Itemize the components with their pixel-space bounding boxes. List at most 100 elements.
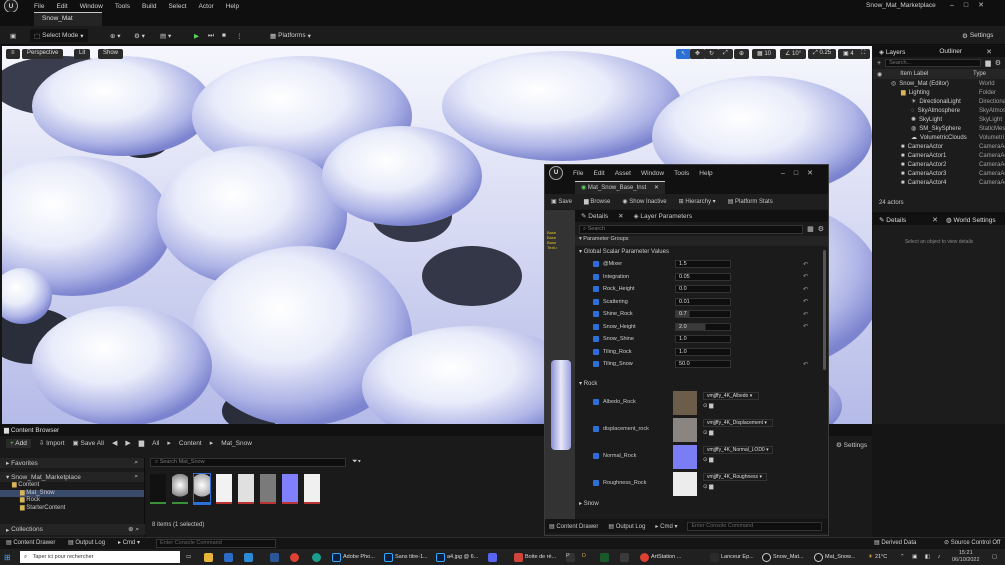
parameter-groups-header[interactable]: ▾ Parameter Groups [575,236,828,246]
enable-checkbox[interactable] [593,261,599,267]
search-icon[interactable]: ⌕ [134,473,138,481]
import-button[interactable]: ⇩ Import [39,439,65,447]
close-icon[interactable]: ✕ [932,216,938,224]
asset-thumbnail[interactable] [238,474,254,504]
asset-thumbnail[interactable] [172,474,188,504]
browse-asset-icon[interactable]: ⊙ ▆ [703,457,713,463]
pureref-icon[interactable]: P [566,552,575,562]
reset-arrow-icon[interactable]: ↶ [803,361,808,368]
scalar-value-field[interactable]: 0.01 [675,297,731,306]
texture-asset-dropdown[interactable]: vmjjffy_4K_Displacement ▾ [703,419,773,427]
taskbar-app[interactable]: Sans titre-1... [384,552,428,562]
reset-arrow-icon[interactable]: ↶ [803,323,808,330]
content-drawer-button[interactable]: ▤ Content Drawer [6,539,55,546]
lit-button[interactable]: Lit [74,49,91,59]
close-icon[interactable]: ✕ [807,170,822,177]
column-type[interactable]: Type [973,71,986,77]
close-icon[interactable]: ✕ [618,212,623,220]
discord-icon[interactable] [488,552,497,562]
step-icon[interactable]: ⏭ [204,29,218,42]
scalar-value-field[interactable]: 1.0 [675,335,731,343]
scrollbar[interactable] [823,250,826,370]
asset-thumbnail[interactable] [150,474,166,504]
scalar-value-field[interactable]: 0.0 [675,285,731,293]
grid-view-icon[interactable]: ▦ [807,225,814,233]
mat-menu-edit[interactable]: Edit [593,170,604,177]
system-tray-icons[interactable]: ⌃ ▣ ◧ ♪ [900,552,943,562]
select-mode-dropdown[interactable]: ⬚ Select Mode ▾ [30,29,88,42]
perspective-button[interactable]: Perspective [22,49,64,59]
menu-window[interactable]: Window [74,3,109,10]
eye-icon[interactable]: ◉ [877,71,882,78]
snow-group-header[interactable]: ▸ Snow [575,498,828,510]
outliner-row[interactable]: ■ CameraActor1 CameraAc [879,151,1005,160]
outliner-row[interactable]: ◍ SM_SkySphere StaticMes [879,124,1005,133]
settings-button[interactable]: ⚙ Settings [958,29,997,42]
folder-icon[interactable]: ▆ [139,439,144,447]
taskbar-search-input[interactable]: ⌕ Taper ici pour rechercher [20,551,180,563]
angle-snap-button[interactable]: ∠ 10° [780,49,807,59]
app-icon[interactable] [620,552,629,562]
breadcrumb-content[interactable]: Content [179,440,202,447]
show-inactive-button[interactable]: ◉ Show Inactive [622,198,666,205]
asset-search-input[interactable]: ⌕ Search Mat_Snow [150,458,346,467]
menu-build[interactable]: Build [136,3,162,10]
outliner-row[interactable]: ☀ DirectionalLight Directiona [879,97,1005,106]
add-button[interactable]: + Add [6,438,31,448]
enable-checkbox[interactable] [593,480,599,486]
outliner-row[interactable]: ■ CameraActor CameraAc [879,142,1005,151]
browse-asset-icon[interactable]: ⊙ ▆ [703,484,713,490]
menu-tools[interactable]: Tools [109,3,136,10]
cmd-button[interactable]: ▸ Cmd ▾ [118,539,140,546]
outliner-row[interactable]: ▆ Lighting Folder [879,88,1005,97]
world-icon[interactable]: ⊕ [734,49,750,59]
reset-arrow-icon[interactable]: ↶ [803,261,808,268]
enable-checkbox[interactable] [593,298,599,305]
project-header[interactable]: ▾ Snow_Mat_Marketplace ⌕ [0,472,144,482]
outliner-row[interactable]: ◎ Snow_Mat (Editor) World [879,79,1005,88]
outliner-row[interactable]: ◌ SkyAtmosphere SkyAtmos [879,106,1005,115]
asset-thumbnail[interactable] [193,473,211,505]
texture-thumbnail[interactable] [673,391,697,415]
enable-checkbox[interactable] [593,286,599,292]
forward-icon[interactable]: ▶ [125,439,130,447]
rock-group-header[interactable]: ▾ Rock [575,378,828,390]
taskbar-app[interactable]: Mat_Snow... [814,552,855,562]
scalar-value-field[interactable]: 0.05 [675,272,731,281]
maximize-icon[interactable]: □ [794,170,807,177]
reset-arrow-icon[interactable]: ↶ [803,298,808,305]
maximize-viewport-icon[interactable]: ⛶ [856,49,871,59]
scalar-value-field[interactable]: 2.0 [675,322,731,331]
windows-start-icon[interactable]: ⊞ [4,552,11,562]
reset-arrow-icon[interactable]: ↶ [803,273,808,280]
tab-layers[interactable]: ◈ Layers [879,48,905,56]
mat-tab-layer-parameters[interactable]: ◈ Layer Parameters [634,212,692,220]
mat-output-log-button[interactable]: ▤ Output Log [608,523,645,530]
show-button[interactable]: Show [98,49,124,59]
asset-thumbnail[interactable] [304,474,320,504]
hierarchy-button[interactable]: ⊞ Hierarchy ▾ [679,198,716,205]
outliner-row[interactable]: ✺ SkyLight SkyLight [879,115,1005,124]
tree-content[interactable]: ▆ Content [12,482,144,490]
save-all-button[interactable]: ▣ Save All [73,439,104,447]
edge-icon[interactable] [312,552,321,562]
mat-console-input[interactable]: Enter Console Command [687,521,822,531]
add-icon[interactable]: + [877,60,881,67]
source-control-button[interactable]: ⊘ Source Control Off [944,539,1000,546]
scalar-group-header[interactable]: ▾ Global Scalar Parameter Values [575,246,828,258]
tree-mat-snow[interactable]: ▆ Mat_Snow [0,489,144,497]
menu-edit[interactable]: Edit [50,3,73,10]
browse-asset-icon[interactable]: ⊙ ▆ [703,403,713,409]
scalar-value-field[interactable]: 0.7 [675,310,731,318]
outliner-row[interactable]: ■ CameraActor3 CameraAc [879,169,1005,178]
console-input[interactable]: Enter Console Command [156,539,276,548]
mat-menu-window[interactable]: Window [641,170,664,177]
output-log-button[interactable]: ▤ Output Log [68,539,105,546]
mat-search-input[interactable]: ⌕ Search [579,224,804,234]
play-options-icon[interactable]: ⋮ [232,29,247,42]
scale-tool-icon[interactable]: ⤢ [718,49,733,59]
outliner-row[interactable]: ■ CameraActor2 CameraAc [879,160,1005,169]
photos-icon[interactable] [244,552,253,562]
taskbar-app[interactable]: Boite de ré... [514,552,556,562]
rotate-tool-icon[interactable]: ↻ [704,49,720,59]
